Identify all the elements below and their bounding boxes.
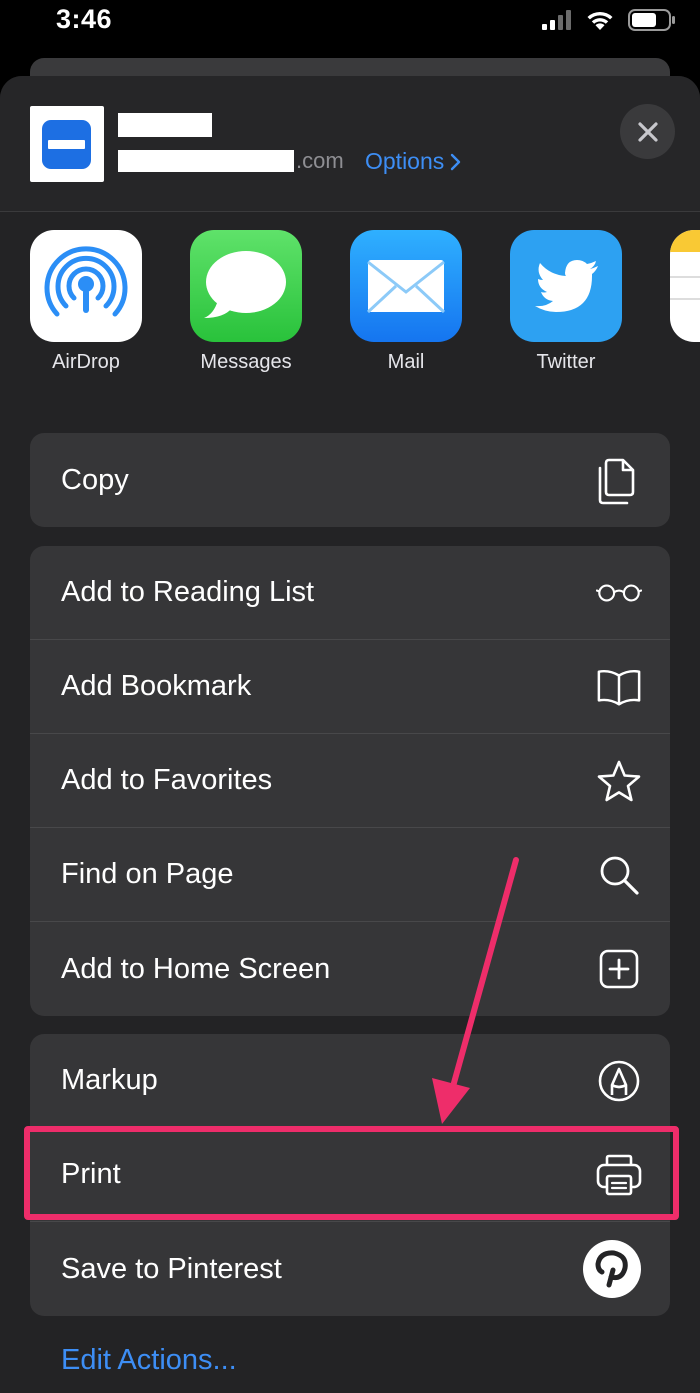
share-target-notes[interactable] <box>670 230 700 351</box>
messages-icon <box>190 230 302 342</box>
action-label: Markup <box>61 1064 158 1096</box>
share-targets-row: AirDrop Messages Mail Twitter <box>0 230 700 380</box>
action-add-bookmark[interactable]: Add Bookmark <box>30 640 670 734</box>
share-target-label: Messages <box>200 351 292 373</box>
site-url-redacted <box>118 150 294 172</box>
action-label: Find on Page <box>61 858 234 890</box>
status-time: 3:46 <box>56 4 113 34</box>
airdrop-icon <box>30 230 142 342</box>
share-sheet-header: .com Options <box>0 76 700 212</box>
site-url-suffix: .com <box>296 148 344 173</box>
pinterest-icon <box>582 1239 642 1299</box>
action-label: Add Bookmark <box>61 670 252 702</box>
action-find-on-page[interactable]: Find on Page <box>30 828 670 922</box>
action-add-to-home-screen[interactable]: Add to Home Screen <box>30 922 670 1016</box>
action-label: Add to Home Screen <box>61 952 331 985</box>
book-icon <box>596 664 642 710</box>
share-target-label: Twitter <box>536 351 596 373</box>
action-add-to-favorites[interactable]: Add to Favorites <box>30 734 670 828</box>
twitter-icon <box>510 230 622 342</box>
status-bar: 3:46 <box>0 0 700 58</box>
action-markup[interactable]: Markup <box>30 1034 670 1128</box>
action-group-copy: Copy <box>30 433 670 527</box>
search-icon <box>596 852 642 898</box>
action-label: Add to Favorites <box>61 764 273 796</box>
share-sheet: .com Options AirDrop Messages Mail Twitt… <box>0 76 700 1393</box>
action-label: Add to Reading List <box>61 576 315 608</box>
share-target-mail[interactable]: Mail <box>350 230 462 374</box>
printer-icon <box>596 1152 642 1198</box>
cellular-signal-icon <box>542 10 571 30</box>
mail-icon <box>350 230 462 342</box>
action-label: Copy <box>61 463 129 496</box>
markup-icon <box>596 1058 642 1104</box>
site-thumbnail <box>30 106 104 182</box>
status-icons <box>542 8 676 32</box>
action-copy[interactable]: Copy <box>30 433 670 527</box>
share-target-label: AirDrop <box>52 351 120 373</box>
share-target-airdrop[interactable]: AirDrop <box>30 230 142 374</box>
action-label: Save to Pinterest <box>61 1252 282 1285</box>
action-print[interactable]: Print <box>30 1128 670 1222</box>
site-favicon <box>42 120 91 169</box>
options-label: Options <box>365 148 445 174</box>
star-icon <box>596 758 642 804</box>
share-target-messages[interactable]: Messages <box>190 230 302 374</box>
action-label: Print <box>61 1158 121 1190</box>
wifi-icon <box>587 11 613 30</box>
action-add-to-reading-list[interactable]: Add to Reading List <box>30 546 670 640</box>
battery-icon <box>628 9 675 31</box>
action-group-page: Add to Reading List Add Bookmark Add to … <box>30 546 670 1016</box>
notes-icon <box>670 230 700 342</box>
close-button[interactable] <box>620 104 675 159</box>
close-icon <box>637 121 658 142</box>
share-target-twitter[interactable]: Twitter <box>510 230 622 374</box>
glasses-icon <box>596 570 642 616</box>
action-group-extensions: Markup Print Save to Pinterest <box>30 1034 670 1316</box>
copy-icon <box>596 457 642 505</box>
plus-square-icon <box>596 946 642 992</box>
chevron-right-icon <box>451 153 461 170</box>
share-target-label: Mail <box>387 351 425 373</box>
options-link[interactable]: Options <box>365 148 461 175</box>
edit-actions-link[interactable]: Edit Actions... <box>61 1344 237 1377</box>
site-title-redacted <box>118 113 212 137</box>
action-save-to-pinterest[interactable]: Save to Pinterest <box>30 1222 670 1316</box>
